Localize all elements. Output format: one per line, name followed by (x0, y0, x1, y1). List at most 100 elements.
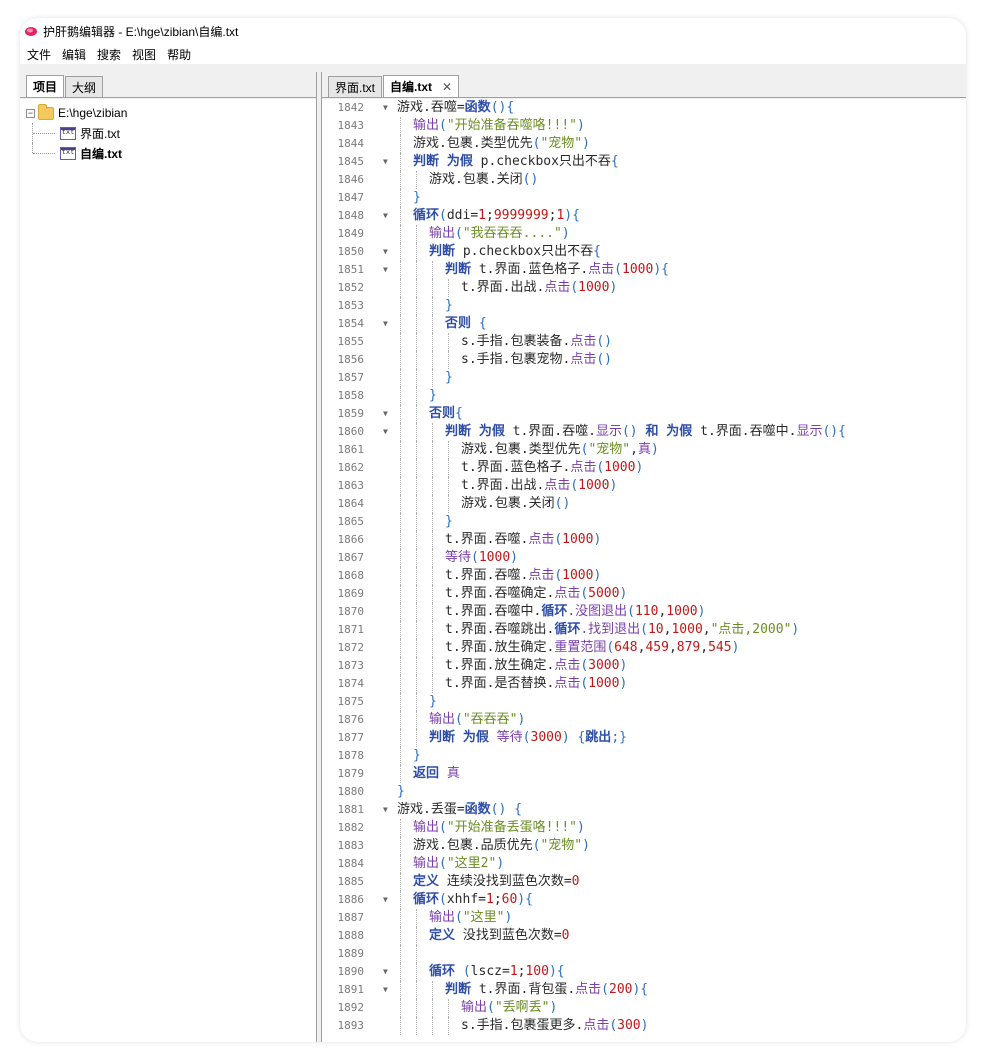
code-line[interactable]: 1890 ▼ 循环 (lscz=1;100){ (322, 963, 966, 981)
code-line[interactable]: 1848 ▼ 循环(ddi=1;9999999;1){ (322, 207, 966, 225)
line-number: 1849 (337, 227, 365, 240)
code-line[interactable]: 1850 ▼ 判断 p.checkbox只出不吞{ (322, 243, 966, 261)
tab-project[interactable]: 项目 (26, 75, 65, 97)
code-line[interactable]: 1842 ▼ 游戏.吞噬=函数(){ (322, 99, 966, 117)
tab-outline[interactable]: 大纲 (65, 76, 104, 97)
code-line[interactable]: 1862 t.界面.蓝色格子.点击(1000) (322, 459, 966, 477)
code-line[interactable]: 1881 ▼ 游戏.丢蛋=函数() { (322, 801, 966, 819)
code-editor[interactable]: 1842 ▼ 游戏.吞噬=函数(){1843 输出("开始准备吞噬咯!!!") 1844… (322, 99, 966, 1042)
collapse-icon[interactable]: − (26, 108, 35, 118)
code-line[interactable]: 1885 定义 连续没找到蓝色次数=0 (322, 873, 966, 891)
code-text: 游戏.包裹.关闭() (429, 171, 538, 189)
code-line[interactable]: 1863 t.界面.出战.点击(1000) (322, 477, 966, 495)
code-token: 输出 (429, 712, 456, 727)
code-token: } (429, 388, 437, 403)
indent-guide (432, 423, 433, 441)
fold-toggle-icon[interactable]: ▼ (383, 801, 393, 819)
code-line[interactable]: 1882 输出("开始准备丢蛋咯!!!") (322, 819, 966, 837)
code-line[interactable]: 1875} (322, 693, 966, 711)
code-token: "宠物" (540, 136, 583, 151)
code-line[interactable]: 1873 t.界面.放生确定.点击(3000) (322, 657, 966, 675)
code-line[interactable]: 1864 游戏.包裹.关闭() (322, 495, 966, 513)
code-line[interactable]: 1843 输出("开始准备吞噬咯!!!") (322, 117, 966, 135)
code-line[interactable]: 1889 (322, 945, 966, 963)
code-line[interactable]: 1867 等待(1000) (322, 549, 966, 567)
code-line[interactable]: 1884 输出("这里2") (322, 855, 966, 873)
code-line[interactable]: 1892 输出("丢啊丢") (322, 999, 966, 1017)
code-line[interactable]: 1880} (322, 783, 966, 801)
fold-toggle-icon[interactable]: ▼ (383, 891, 393, 909)
fold-toggle-icon[interactable]: ▼ (383, 261, 393, 279)
menu-view[interactable]: 视图 (127, 46, 162, 63)
code-line[interactable]: 1870 t.界面.吞噬中.循环.没图退出(110,1000) (322, 603, 966, 621)
code-line[interactable]: 1872 t.界面.放生确定.重置范围(648,459,879,545) (322, 639, 966, 657)
fold-toggle-icon[interactable]: ▼ (383, 981, 393, 999)
code-token: 函数 (464, 100, 491, 115)
code-line[interactable]: 1854 ▼ 否则 { (322, 315, 966, 333)
code-line[interactable]: 1846 游戏.包裹.关闭() (322, 171, 966, 189)
code-token: ddi= (446, 208, 479, 223)
fold-toggle-icon[interactable]: ▼ (383, 207, 393, 225)
fold-toggle-icon[interactable]: ▼ (383, 153, 393, 171)
code-line[interactable]: 1886 ▼ 循环(xhhf=1;60){ (322, 891, 966, 909)
code-token: 返回 (413, 766, 440, 781)
code-token: ( (455, 712, 463, 727)
line-number: 1881 (337, 803, 365, 816)
code-line[interactable]: 1874 t.界面.是否替换.点击(1000) (322, 675, 966, 693)
code-line[interactable]: 1853} (322, 297, 966, 315)
code-line[interactable]: 1893 s.手指.包裹蛋更多.点击(300) (322, 1017, 966, 1035)
code-line[interactable]: 1887 输出("这里") (322, 909, 966, 927)
code-line[interactable]: 1860 ▼ 判断 为假 t.界面.吞噬.显示() 和 为假 t.界面.吞噬中.显示… (322, 423, 966, 441)
code-line[interactable]: 1877 判断 为假 等待(3000) {跳出;} (322, 729, 966, 747)
code-line[interactable]: 1858} (322, 387, 966, 405)
line-number: 1871 (337, 623, 365, 636)
fold-toggle-icon[interactable]: ▼ (383, 315, 393, 333)
code-token: t.界面.是否替换. (445, 676, 555, 691)
tree-root-folder[interactable]: − E:\hge\zibian (20, 103, 316, 123)
fold-toggle-icon[interactable]: ▼ (383, 405, 393, 423)
code-line[interactable]: 1891 ▼ 判断 t.界面.背包蛋.点击(200){ (322, 981, 966, 999)
tab-jiemian-txt[interactable]: 界面.txt (328, 76, 383, 97)
line-number: 1845 (337, 155, 365, 168)
code-line[interactable]: 1876 输出("吞吞吞") (322, 711, 966, 729)
code-line[interactable]: 1878} (322, 747, 966, 765)
fold-toggle-icon[interactable]: ▼ (383, 243, 393, 261)
tree-file-jiemian[interactable]: txt 界面.txt (20, 123, 316, 143)
code-token: ( (487, 1000, 495, 1015)
code-line[interactable]: 1852 t.界面.出战.点击(1000) (322, 279, 966, 297)
code-line[interactable]: 1855 s.手指.包裹装备.点击() (322, 333, 966, 351)
fold-toggle-icon[interactable]: ▼ (383, 99, 393, 117)
menu-search[interactable]: 搜索 (92, 46, 127, 63)
code-line[interactable]: 1851 ▼ 判断 t.界面.蓝色格子.点击(1000){ (322, 261, 966, 279)
code-line[interactable]: 1888 定义 没找到蓝色次数=0 (322, 927, 966, 945)
code-line[interactable]: 1871 t.界面.吞噬跳出.循环.找到退出(10,1000,"点击,2000") (322, 621, 966, 639)
menu-help[interactable]: 帮助 (162, 46, 197, 63)
tree-file-zibian[interactable]: txt 自编.txt (20, 143, 316, 163)
close-icon[interactable]: ✕ (442, 80, 452, 94)
tab-zibian-txt[interactable]: 自编.txt ✕ (383, 75, 460, 97)
code-line[interactable]: 1847} (322, 189, 966, 207)
code-token: ) (582, 136, 590, 151)
code-token: 点击 (554, 586, 581, 601)
code-line[interactable]: 1883 游戏.包裹.品质优先("宠物") (322, 837, 966, 855)
code-line[interactable]: 1868 t.界面.吞噬.点击(1000) (322, 567, 966, 585)
menu-file[interactable]: 文件 (22, 46, 57, 63)
code-line[interactable]: 1866 t.界面.吞噬.点击(1000) (322, 531, 966, 549)
code-line[interactable]: 1857} (322, 369, 966, 387)
code-line[interactable]: 1859 ▼ 否则{ (322, 405, 966, 423)
code-token: 输出 (413, 856, 440, 871)
menu-edit[interactable]: 编辑 (57, 46, 92, 63)
code-line[interactable]: 1849 输出("我吞吞吞....") (322, 225, 966, 243)
code-line[interactable]: 1879 返回 真 (322, 765, 966, 783)
fold-toggle-icon[interactable]: ▼ (383, 423, 393, 441)
code-token: } (397, 784, 405, 799)
code-line[interactable]: 1856 s.手指.包裹宠物.点击() (322, 351, 966, 369)
code-text: 判断 p.checkbox只出不吞{ (429, 243, 601, 261)
code-line[interactable]: 1845 ▼ 判断 为假 p.checkbox只出不吞{ (322, 153, 966, 171)
code-line[interactable]: 1844 游戏.包裹.类型优先("宠物") (322, 135, 966, 153)
fold-toggle-icon[interactable]: ▼ (383, 963, 393, 981)
code-token: p.checkbox只出不吞 (472, 154, 611, 169)
code-line[interactable]: 1869 t.界面.吞噬确定.点击(5000) (322, 585, 966, 603)
code-line[interactable]: 1865} (322, 513, 966, 531)
code-line[interactable]: 1861 游戏.包裹.类型优先("宠物",真) (322, 441, 966, 459)
